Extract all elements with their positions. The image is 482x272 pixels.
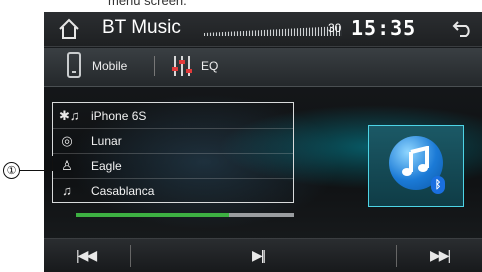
date-day: 30 [328,21,342,35]
track-row-artist: ♙ Eagle [53,153,293,179]
callout-number: ① [3,162,20,179]
artist-name: Eagle [91,159,122,173]
play-pause-button[interactable]: ▶|| [252,247,266,264]
next-track-button[interactable]: ▶▶| [430,247,451,264]
device-name: iPhone 6S [91,109,147,123]
callout-bracket [52,156,53,171]
head-unit-screen: BT Music 30 15:35 Mobile EQ ✱♫ iPhone 6S… [44,12,482,272]
title-decoration [204,26,342,36]
manual-caption: menu screen. [0,0,482,12]
track-row-device: ✱♫ iPhone 6S [53,103,293,129]
eq-tab[interactable]: EQ [201,59,218,73]
divider [154,56,155,76]
album-name: Lunar [91,134,122,148]
progress-fill [76,213,229,217]
playback-progress-bar[interactable] [76,213,294,217]
song-title: Casablanca [91,184,155,198]
artist-icon: ♙ [61,158,73,173]
header-bar: BT Music 30 15:35 [44,12,482,47]
back-icon[interactable] [452,20,474,38]
mobile-phone-icon[interactable] [67,52,81,78]
equalizer-icon[interactable] [171,54,193,78]
track-row-song: ♫ Casablanca [53,178,293,203]
bluetooth-badge-icon: ᛒ [431,176,445,194]
bluetooth-music-icon: ✱♫ [59,108,80,123]
previous-track-button[interactable]: |◀◀ [76,247,97,264]
playback-controls: |◀◀ ▶|| ▶▶| [44,238,482,272]
clock: 15:35 [351,16,417,40]
music-note-icon: ♫ [62,183,72,198]
caption-text: menu screen. [108,0,187,8]
callout-line [20,170,53,171]
album-disc-icon: ◎ [61,133,73,148]
mobile-tab[interactable]: Mobile [92,59,127,73]
album-art: ᛒ [368,125,464,207]
home-icon[interactable] [58,18,80,40]
divider [130,245,131,267]
source-bar: Mobile EQ [44,48,482,87]
divider [396,245,397,267]
page-title: BT Music [102,17,181,38]
track-row-album: ◎ Lunar [53,128,293,154]
track-info-panel: ✱♫ iPhone 6S ◎ Lunar ♙ Eagle ♫ Casablanc… [52,102,294,203]
